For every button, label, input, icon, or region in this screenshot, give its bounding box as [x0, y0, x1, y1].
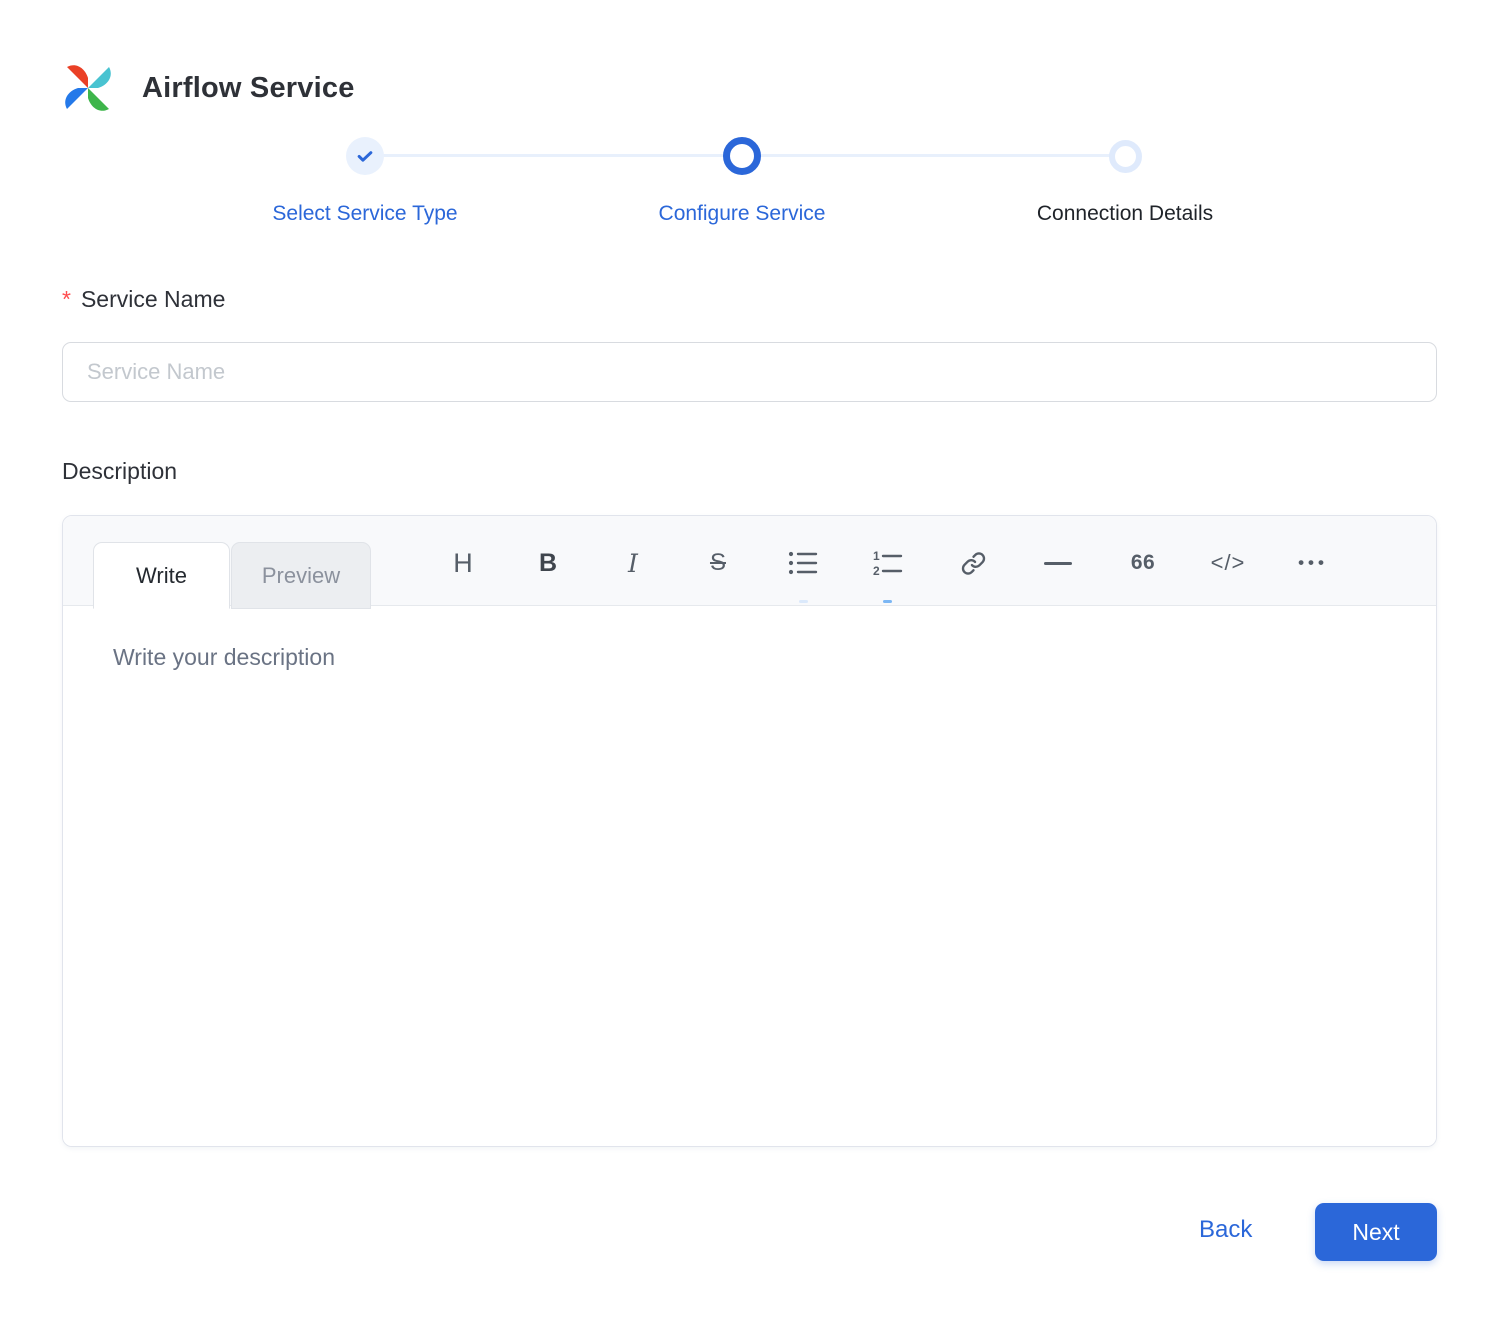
description-editor: Write Preview H B I S 1 2 66 </> ••• Wri…	[62, 515, 1437, 1147]
more-button[interactable]: •••	[1285, 541, 1341, 585]
code-button[interactable]: </>	[1200, 541, 1256, 585]
tab-preview[interactable]: Preview	[231, 542, 371, 609]
service-name-label-text: Service Name	[80, 286, 226, 312]
airflow-service-wizard: Airflow Service Select Service Type Conf…	[0, 0, 1502, 1328]
step-completed-circle	[346, 137, 384, 175]
svg-text:2: 2	[873, 564, 880, 576]
check-icon	[357, 151, 373, 162]
numbered-list-indicator	[883, 600, 892, 603]
link-button[interactable]	[945, 541, 1001, 585]
service-name-input[interactable]	[62, 342, 1437, 402]
description-label: Description	[62, 458, 178, 484]
description-textarea[interactable]	[63, 606, 1436, 1146]
link-icon	[961, 551, 985, 575]
horizontal-rule-icon	[1044, 561, 1072, 565]
step-connection-details: Connection Details	[935, 136, 1315, 226]
bulleted-list-button[interactable]	[775, 541, 831, 585]
heading-button[interactable]: H	[435, 541, 491, 585]
bold-icon: B	[538, 548, 558, 577]
more-icon: •••	[1298, 553, 1328, 572]
italic-button[interactable]: I	[605, 541, 661, 585]
step-label: Configure Service	[658, 202, 826, 225]
numbered-list-button[interactable]: 1 2	[860, 541, 916, 585]
code-icon: </>	[1210, 550, 1246, 575]
strikethrough-button[interactable]: S	[690, 541, 746, 585]
step-select-service-type: Select Service Type	[175, 136, 555, 226]
required-asterisk: *	[62, 286, 71, 312]
back-button[interactable]: Back	[1199, 1216, 1252, 1244]
service-name-label: * Service Name	[62, 286, 225, 313]
heading-icon: H	[453, 547, 473, 578]
header: Airflow Service	[62, 62, 355, 114]
step-label: Select Service Type	[272, 202, 458, 225]
bulleted-list-icon	[788, 551, 818, 575]
numbered-list-icon: 1 2	[873, 550, 903, 576]
quote-icon: 66	[1130, 551, 1156, 574]
stepper: Select Service Type Configure Service Co…	[0, 136, 1502, 236]
italic-icon: I	[628, 548, 638, 578]
step-active-circle	[723, 137, 761, 175]
svg-text:1: 1	[873, 550, 880, 563]
step-label: Connection Details	[1036, 202, 1214, 225]
bold-button[interactable]: B	[520, 541, 576, 585]
step-configure-service: Configure Service	[552, 136, 932, 226]
editor-body	[63, 606, 1436, 1146]
page-title: Airflow Service	[142, 71, 355, 104]
tab-write[interactable]: Write	[93, 542, 230, 609]
quote-button[interactable]: 66	[1115, 541, 1171, 585]
step-pending-circle	[1108, 139, 1142, 173]
airflow-logo-icon	[65, 65, 111, 111]
next-button[interactable]: Next	[1315, 1203, 1437, 1261]
horizontal-rule-button[interactable]	[1030, 541, 1086, 585]
strikethrough-icon: S	[709, 549, 726, 576]
bulleted-list-indicator	[799, 600, 808, 603]
toolbar-buttons: H B I S 1 2 66 </> •••	[435, 539, 1341, 587]
editor-toolbar: Write Preview H B I S 1 2 66 </> •••	[63, 516, 1436, 609]
